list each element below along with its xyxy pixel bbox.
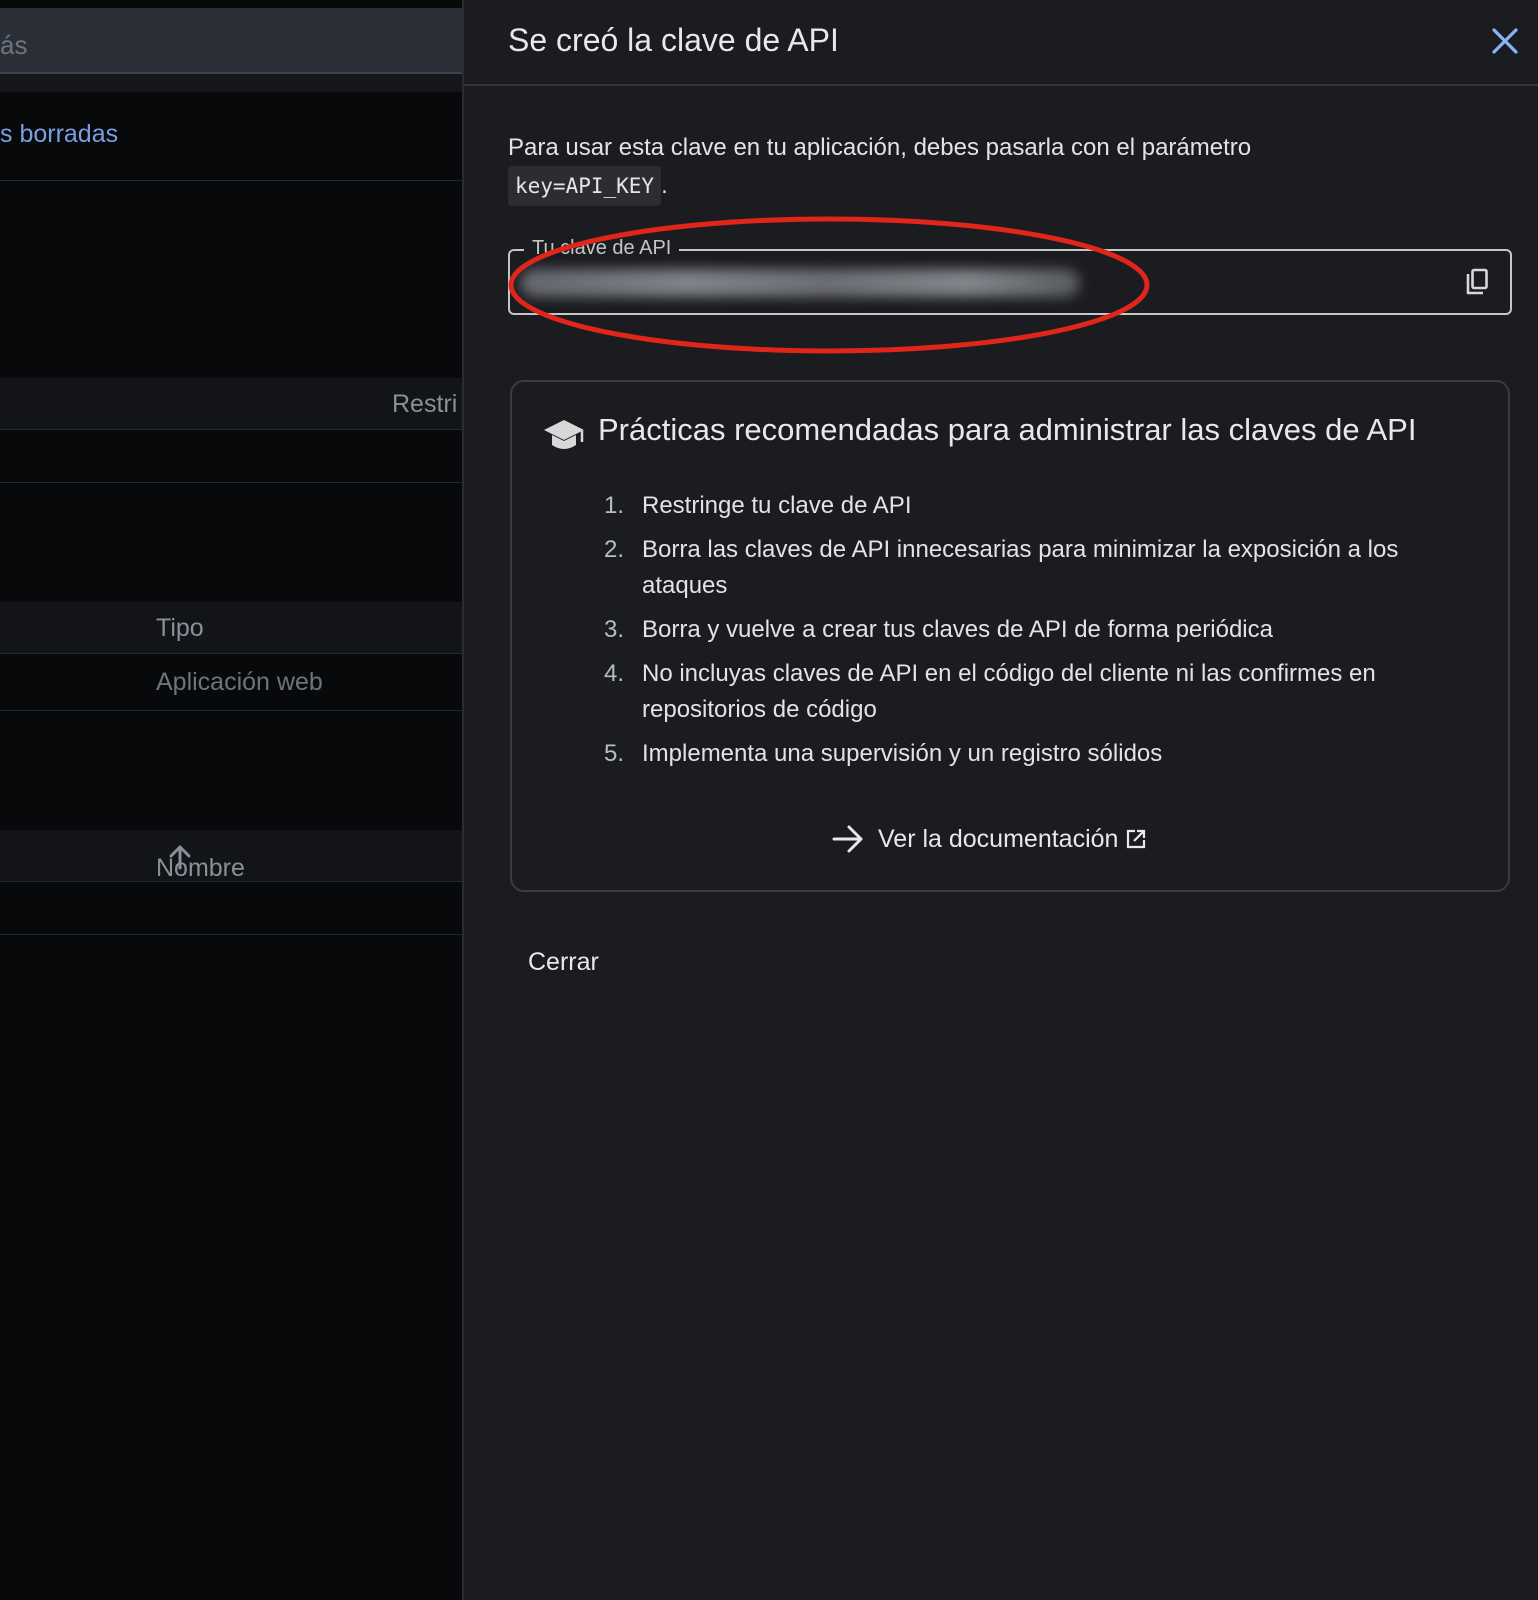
list-item-text: No incluyas claves de API en el código d… <box>642 660 1376 723</box>
list-item: 3. Borra y vuelve a crear tus claves de A… <box>604 612 1464 648</box>
list-item-number: 1. <box>604 492 625 519</box>
list-item-number: 4. <box>604 660 625 687</box>
list-item: 2. Borra las claves de API innecesarias p… <box>604 532 1464 604</box>
panel-header: Se creó la clave de API <box>464 0 1538 86</box>
api-key-field-label: Tu clave de API <box>524 237 680 260</box>
intro-suffix: . <box>661 172 668 199</box>
list-item-number: 3. <box>604 616 625 643</box>
list-item-number: 5. <box>604 740 625 767</box>
list-item-text: Implementa una supervisión y un registro… <box>642 740 1163 767</box>
list-item: 1. Restringe tu clave de API <box>604 488 1464 524</box>
divider <box>0 482 462 483</box>
background-app: ás s borradas Restri Tipo Aplicación web… <box>0 0 462 1600</box>
api-key-created-panel: Se creó la clave de API Para usar esta c… <box>462 0 1538 1600</box>
background-search-bar[interactable]: ás <box>0 8 462 74</box>
best-practices-card: Prácticas recomendadas para administrar … <box>510 380 1510 892</box>
background-table-header-type: Tipo <box>0 602 462 654</box>
panel-title: Se creó la clave de API <box>508 22 839 58</box>
close-button[interactable] <box>1484 20 1526 62</box>
type-cell: Aplicación web <box>156 668 323 696</box>
list-item-text: Borra y vuelve a crear tus claves de API… <box>642 616 1273 643</box>
list-item-text: Restringe tu clave de API <box>642 492 912 519</box>
intro-text: Para usar esta clave en tu aplicación, d… <box>508 130 1508 206</box>
close-dialog-button[interactable]: Cerrar <box>516 940 611 985</box>
background-table-header-name: Nombre <box>0 830 462 882</box>
view-documentation-link[interactable]: Ver la documentación <box>832 824 1160 854</box>
name-header-label: Nombre <box>156 854 245 882</box>
divider <box>0 934 462 935</box>
view-documentation-label: Ver la documentación <box>878 824 1119 853</box>
arrow-right-icon <box>832 825 863 853</box>
list-item-number: 2. <box>604 536 625 563</box>
graduation-cap-icon <box>544 420 584 449</box>
list-item: 5. Implementa una supervisión y un regist… <box>604 736 1464 772</box>
name-header[interactable]: Nombre <box>156 842 245 882</box>
close-icon <box>1492 28 1518 54</box>
list-item: 4. No incluyas claves de API en el código… <box>604 656 1464 728</box>
open-in-new-icon <box>1127 829 1146 849</box>
copy-icon <box>1466 268 1488 295</box>
api-key-param-code: key=API_KEY <box>508 166 662 206</box>
divider <box>0 180 462 181</box>
restrictions-header[interactable]: Restri <box>392 390 457 419</box>
best-practices-list: 1. Restringe tu clave de API 2. Borra las … <box>604 488 1464 780</box>
background-strip <box>0 74 462 92</box>
api-key-value-blurred[interactable] <box>520 269 1080 297</box>
background-table-header-restrictions: Restri <box>0 378 462 430</box>
best-practices-title: Prácticas recomendadas para administrar … <box>598 412 1417 447</box>
background-deleted-link[interactable]: s borradas <box>0 120 118 149</box>
api-key-field[interactable]: Tu clave de API <box>508 237 1512 315</box>
list-item-text: Borra las claves de API innecesarias par… <box>642 536 1399 599</box>
type-header[interactable]: Tipo <box>156 614 204 643</box>
copy-button[interactable] <box>1460 265 1494 299</box>
intro-sentence: Para usar esta clave en tu aplicación, d… <box>508 134 1252 161</box>
page: ás s borradas Restri Tipo Aplicación web… <box>0 0 1538 1600</box>
background-search-text: ás <box>0 30 28 60</box>
divider <box>0 710 462 711</box>
